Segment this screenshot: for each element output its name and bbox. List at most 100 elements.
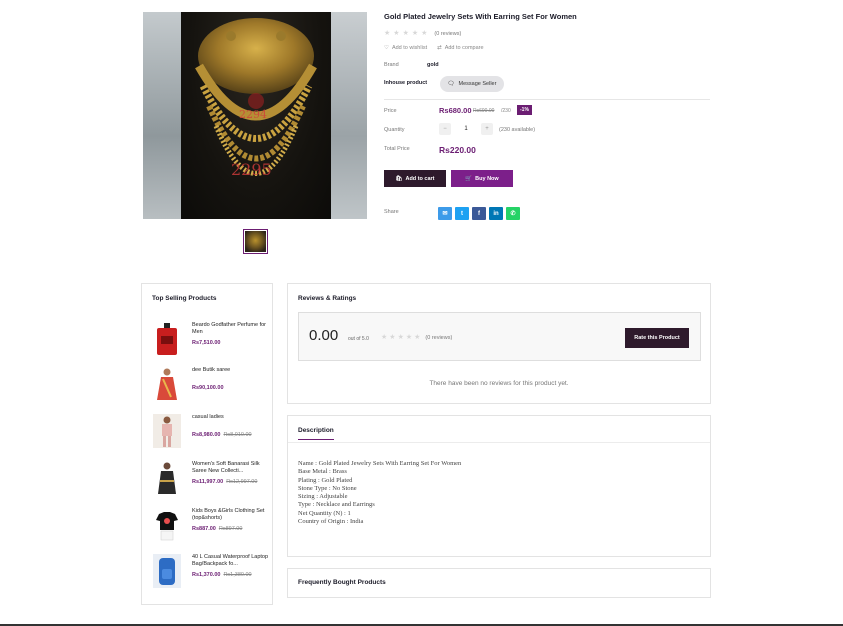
- brand-label: Brand: [384, 62, 399, 68]
- cart-icon: 🛍: [395, 175, 403, 182]
- chat-icon: 🗨: [447, 81, 455, 87]
- product-price: Rs887.00: [192, 526, 216, 532]
- old-price: Rs690.00: [473, 108, 495, 114]
- inhouse-label: Inhouse product: [384, 80, 428, 86]
- product-thumbnail[interactable]: [153, 367, 181, 401]
- sidebar-title: Top Selling Products: [152, 295, 217, 302]
- compare-icon: ⇄: [437, 45, 442, 51]
- buy-now-button[interactable]: 🛒 Buy Now: [451, 170, 513, 187]
- quantity-decrease-button[interactable]: −: [439, 123, 451, 135]
- product-thumbnail[interactable]: [153, 461, 181, 495]
- product-price-block: Rs11,997.00 Rs12,997.00: [192, 479, 257, 485]
- star-icon: ★: [411, 30, 419, 37]
- linkedin-icon[interactable]: in: [489, 207, 503, 220]
- divider: [288, 442, 710, 443]
- add-to-wishlist-link[interactable]: ♡ Add to wishlist: [384, 45, 427, 51]
- product-main-image[interactable]: 2294 2295: [143, 12, 367, 219]
- description-line: Sizing : Adjustable: [298, 493, 348, 501]
- description-line: Type : Necklace and Earrings: [298, 501, 375, 509]
- star-icon: ★: [393, 30, 400, 37]
- tab-description[interactable]: Description: [298, 427, 334, 440]
- message-seller-label: Message Seller: [458, 81, 497, 87]
- brand-value[interactable]: gold: [427, 62, 439, 68]
- reviews-title: Reviews & Ratings: [298, 295, 357, 302]
- list-item[interactable]: Kids Boys &Girls Clothing Set (top&short…: [153, 506, 268, 546]
- product-actions: ♡ Add to wishlist ⇄ Add to compare: [384, 45, 484, 51]
- add-to-compare-link[interactable]: ⇄ Add to compare: [437, 45, 483, 51]
- add-to-wishlist-label: Add to wishlist: [391, 45, 428, 51]
- product-name[interactable]: 40 L Casual Waterproof Laptop Bag/Backpa…: [192, 554, 270, 568]
- twitter-icon[interactable]: t: [455, 207, 469, 220]
- image-price-tag: 2295: [231, 160, 272, 179]
- product-thumbnail[interactable]: [153, 508, 181, 542]
- description-line: Base Metal : Brass: [298, 468, 347, 476]
- reviews-panel: Reviews & Ratings 0.00 out of 5.0 ★ ★ ★ …: [287, 283, 711, 404]
- product-price: Rs8,980.00: [192, 432, 221, 438]
- star-icon: ★: [381, 334, 388, 341]
- share-label: Share: [384, 209, 399, 215]
- description-line: Name : Gold Plated Jewelry Sets With Ear…: [298, 460, 462, 467]
- top-selling-sidebar: Top Selling Products Beardo Godfather Pe…: [141, 283, 273, 605]
- frequently-bought-title: Frequently Bought Products: [298, 579, 386, 586]
- list-item[interactable]: 40 L Casual Waterproof Laptop Bag/Backpa…: [153, 552, 268, 592]
- description-body: Name : Gold Plated Jewelry Sets With Ear…: [298, 460, 461, 526]
- product-name[interactable]: casual ladies: [192, 414, 270, 421]
- list-item[interactable]: Beardo Godfather Perfume for Men Rs7,510.…: [153, 320, 268, 360]
- description-line: Net Quantity (N) : 1: [298, 509, 351, 517]
- average-rating: 0.00: [309, 327, 339, 344]
- total-price-label: Total Price: [384, 146, 410, 152]
- product-old-price: Rs897.00: [218, 526, 243, 532]
- cart-icon: 🛒: [465, 175, 473, 182]
- product-name[interactable]: Women's Soft Banarasi Silk Saree New Col…: [192, 461, 270, 475]
- product-thumbnail[interactable]: [153, 322, 181, 356]
- star-icon: ★: [402, 30, 409, 37]
- rating-summary: 0.00 out of 5.0 ★ ★ ★ ★ ★ (0 reviews) Ra…: [298, 312, 701, 361]
- image-price-tag: 2294: [239, 108, 267, 121]
- product-rating: ★ ★ ★ ★ ★ (0 reviews): [384, 30, 461, 37]
- product-old-price: Rs1,380.00: [223, 572, 252, 578]
- list-item[interactable]: dee Butik saree Rs90,100.00: [153, 365, 268, 405]
- product-price-block: Rs7,510.00: [192, 340, 220, 346]
- total-price: Rs220.00: [439, 145, 476, 155]
- product-price: Rs90,100.00: [192, 385, 224, 391]
- heart-icon: ♡: [384, 45, 389, 51]
- product-thumbnail[interactable]: [153, 414, 181, 448]
- product-thumbnail[interactable]: [153, 554, 181, 588]
- empty-reviews-message: There have been no reviews for this prod…: [429, 380, 569, 387]
- add-to-cart-button[interactable]: 🛍 Add to cart: [384, 170, 446, 187]
- product-name[interactable]: Kids Boys &Girls Clothing Set (top&short…: [192, 508, 270, 522]
- current-price: Rs680.00: [439, 106, 472, 115]
- available-stock: (230 available): [499, 127, 536, 133]
- divider: [384, 99, 710, 100]
- whatsapp-icon[interactable]: ✆: [506, 207, 520, 220]
- rating-stars: ★ ★ ★ ★ ★ (0 reviews): [381, 334, 452, 341]
- image-background: [329, 12, 367, 219]
- rate-product-button[interactable]: Rate this Product: [625, 328, 689, 348]
- list-item[interactable]: casual ladies Rs8,980.00 Rs8,010.00: [153, 412, 268, 452]
- product-price-block: Rs8,980.00 Rs8,010.00: [192, 432, 252, 438]
- email-icon[interactable]: ✉: [438, 207, 452, 220]
- product-price-block: Rs887.00 Rs897.00: [192, 526, 242, 532]
- quantity-label: Quantity: [384, 127, 405, 133]
- discount-badge: -1%: [517, 105, 532, 115]
- message-seller-button[interactable]: 🗨 Message Seller: [440, 76, 504, 92]
- product-price: Rs11,997.00: [192, 479, 224, 485]
- product-name[interactable]: Beardo Godfather Perfume for Men: [192, 322, 270, 336]
- image-background: [143, 12, 183, 219]
- list-item[interactable]: Women's Soft Banarasi Silk Saree New Col…: [153, 459, 268, 499]
- rating-out-of: out of 5.0: [348, 336, 369, 342]
- frequently-bought-panel: Frequently Bought Products: [287, 568, 711, 598]
- product-old-price: Rs12,997.00: [226, 479, 258, 485]
- product-price-block: Rs90,100.00: [192, 385, 224, 391]
- description-line: Stone Type : No Stone: [298, 484, 357, 492]
- star-icon: ★: [384, 30, 391, 37]
- product-name[interactable]: dee Butik saree: [192, 367, 270, 374]
- description-line: Plating : Gold Plated: [298, 476, 353, 484]
- price-label: Price: [384, 108, 397, 114]
- product-thumbnail[interactable]: [243, 229, 268, 254]
- facebook-icon[interactable]: f: [472, 207, 486, 220]
- quantity-increase-button[interactable]: +: [481, 123, 493, 135]
- quantity-input[interactable]: 1: [451, 126, 481, 132]
- add-to-compare-label: Add to compare: [444, 45, 484, 51]
- star-icon: ★: [397, 334, 404, 341]
